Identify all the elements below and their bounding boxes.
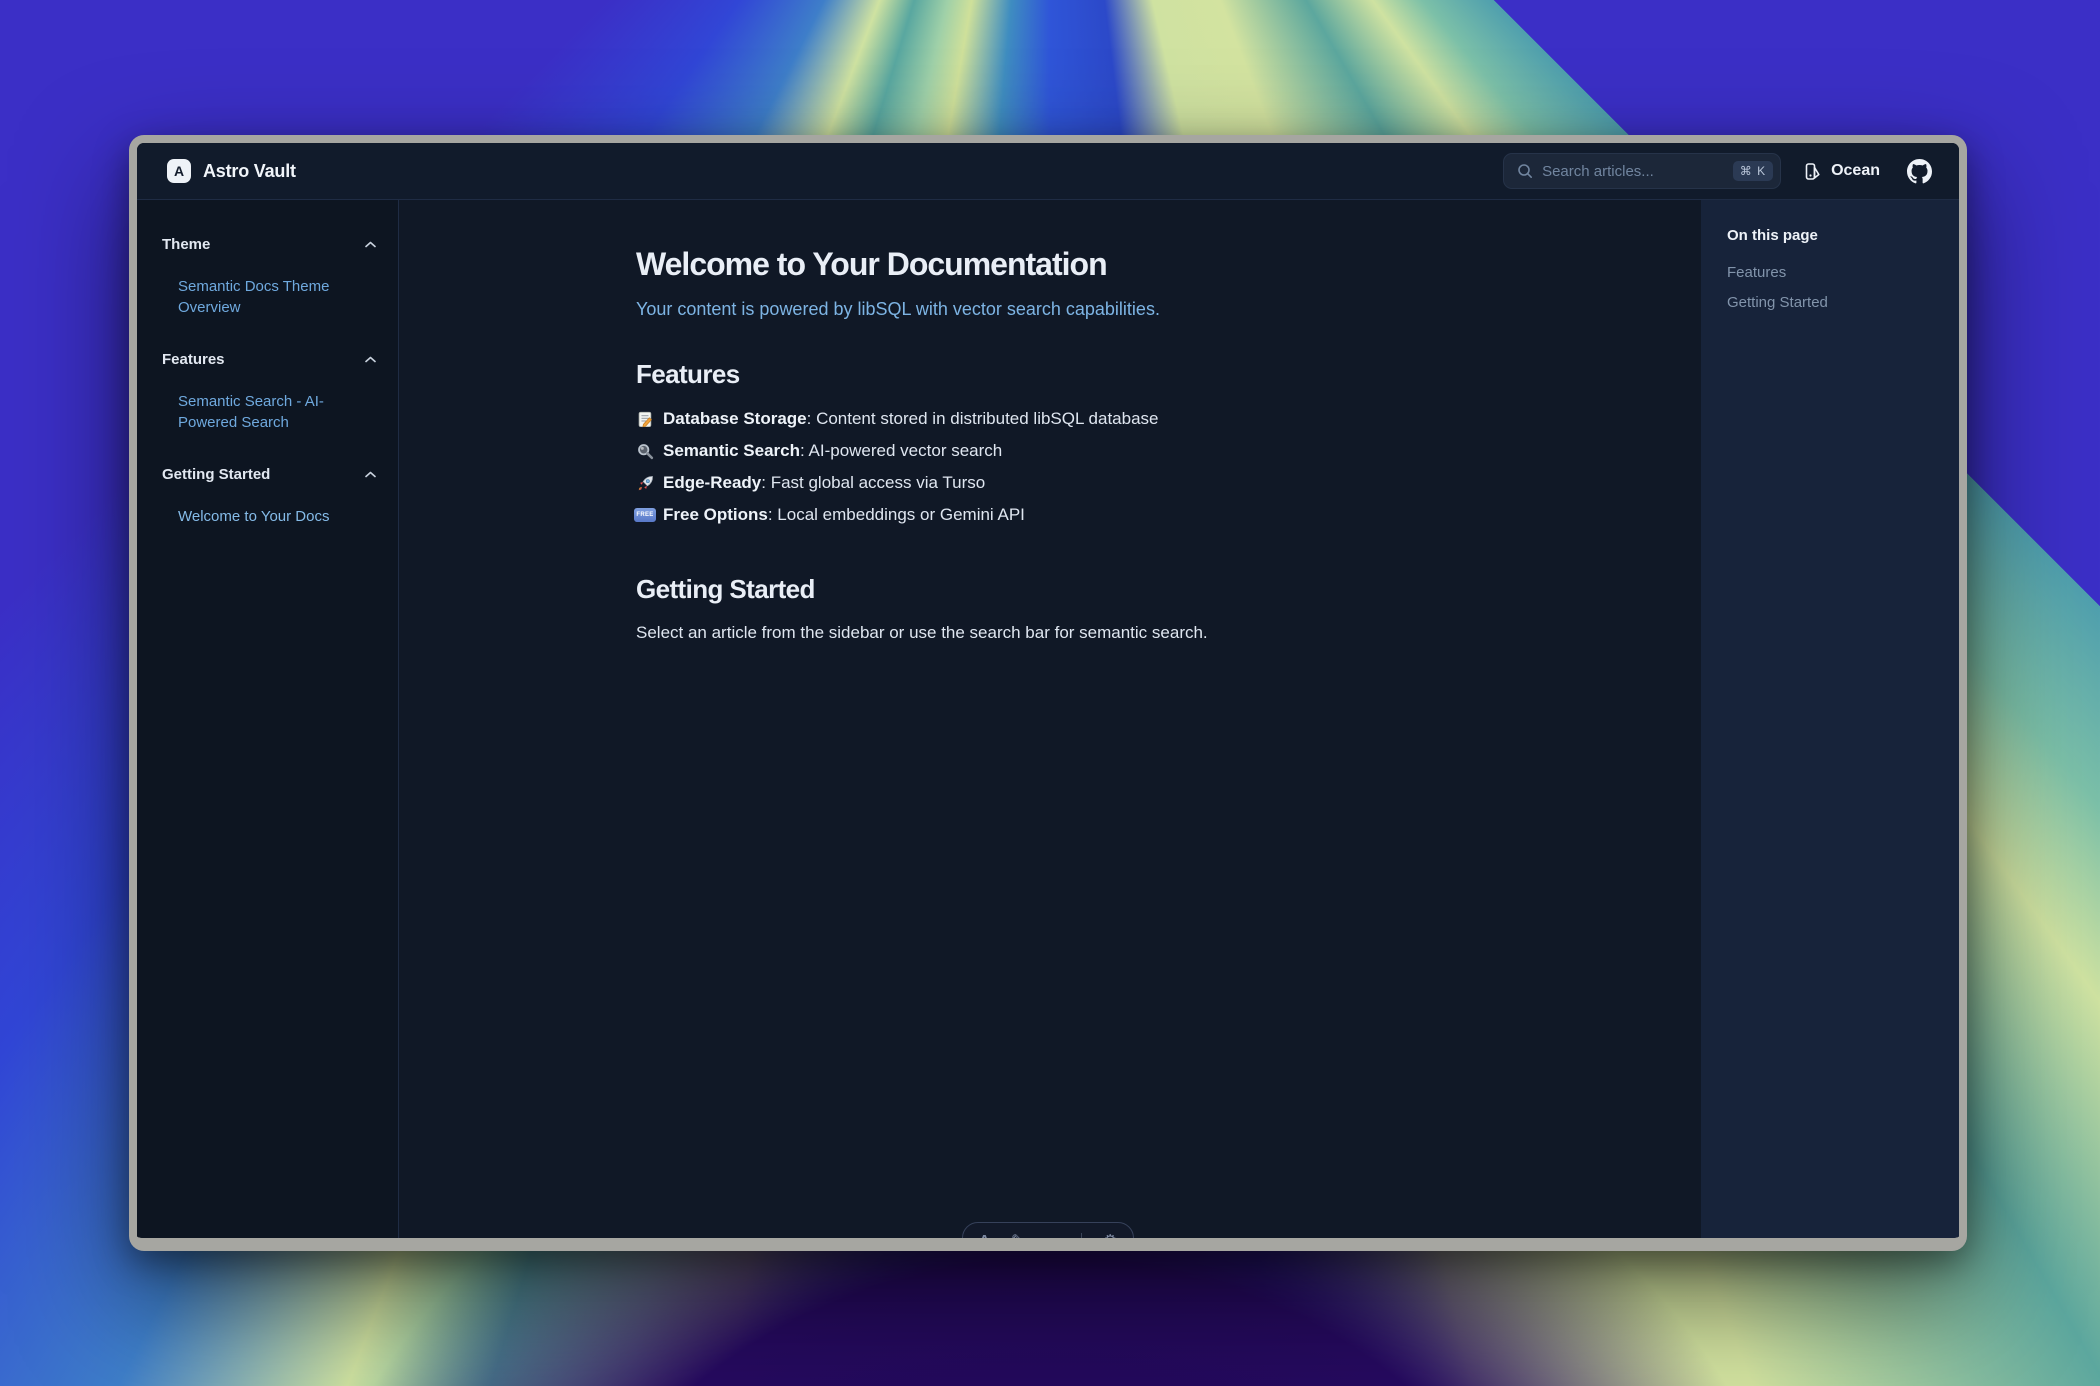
sidebar-section-label: Theme bbox=[162, 236, 210, 253]
memo-emoji-icon bbox=[636, 410, 654, 428]
gear-icon[interactable]: ⚙ bbox=[1104, 1232, 1117, 1250]
feature-item: Database Storage: Content stored in dist… bbox=[636, 403, 1464, 435]
page-title: Welcome to Your Documentation bbox=[636, 243, 1464, 285]
feature-item: FREE Free Options: Local embeddings or G… bbox=[636, 499, 1464, 531]
page-subtitle: Your content is powered by libSQL with v… bbox=[636, 296, 1464, 322]
sidebar-section-theme: Theme Semantic Docs Theme Overview bbox=[162, 236, 376, 318]
features-heading: Features bbox=[636, 358, 1464, 391]
search-shortcut-badge: ⌘ K bbox=[1733, 161, 1773, 181]
main-content: Welcome to Your Documentation Your conte… bbox=[399, 200, 1701, 1238]
list-item: Getting Started bbox=[1727, 294, 1941, 312]
search-icon bbox=[1517, 163, 1533, 179]
getting-started-paragraph: Select an article from the sidebar or us… bbox=[636, 621, 1464, 645]
desktop-wallpaper: A Astro Vault ⌘ K bbox=[0, 0, 2100, 1386]
feature-text: Semantic Search: AI-powered vector searc… bbox=[663, 441, 1002, 461]
sidebar-item-welcome-to-your-docs[interactable]: Welcome to Your Docs bbox=[162, 506, 376, 527]
feature-list: Database Storage: Content stored in dist… bbox=[636, 403, 1464, 531]
search-bar[interactable]: ⌘ K bbox=[1503, 153, 1781, 189]
sidebar-section-header-theme[interactable]: Theme bbox=[162, 236, 376, 253]
chevron-up-icon bbox=[365, 241, 376, 248]
sidebar-section-label: Features bbox=[162, 351, 225, 368]
chevron-up-icon bbox=[365, 356, 376, 363]
sidebar-section-label: Getting Started bbox=[162, 466, 270, 483]
list-item: Semantic Docs Theme Overview bbox=[162, 276, 376, 318]
feature-text: Free Options: Local embeddings or Gemini… bbox=[663, 505, 1025, 525]
feature-text: Database Storage: Content stored in dist… bbox=[663, 409, 1159, 429]
sidebar-section-header-getting-started[interactable]: Getting Started bbox=[162, 466, 376, 483]
toc-link-features[interactable]: Features bbox=[1727, 264, 1786, 281]
theme-selector-button[interactable]: Ocean bbox=[1803, 162, 1880, 181]
floating-toolbar[interactable]: A ✎ — ⚙ bbox=[962, 1222, 1134, 1251]
theme-name-label: Ocean bbox=[1831, 162, 1880, 180]
feature-item: Semantic Search: AI-powered vector searc… bbox=[636, 435, 1464, 467]
github-link[interactable] bbox=[1907, 159, 1932, 184]
toc-link-getting-started[interactable]: Getting Started bbox=[1727, 294, 1828, 311]
sidebar-item-semantic-docs-theme-overview[interactable]: Semantic Docs Theme Overview bbox=[162, 276, 376, 318]
sidebar-nav: Theme Semantic Docs Theme Overview Featu… bbox=[137, 200, 399, 1238]
text-size-icon[interactable]: A bbox=[979, 1232, 990, 1250]
getting-started-heading: Getting Started bbox=[636, 573, 1464, 606]
app-title: Astro Vault bbox=[203, 161, 296, 182]
app-logo: A bbox=[167, 159, 191, 183]
feature-item: Edge-Ready: Fast global access via Turso bbox=[636, 467, 1464, 499]
free-button-emoji-icon: FREE bbox=[636, 506, 654, 524]
theme-swatches-icon bbox=[1803, 162, 1822, 181]
minus-icon[interactable]: — bbox=[1045, 1232, 1060, 1250]
sidebar-section-getting-started: Getting Started Welcome to Your Docs bbox=[162, 466, 376, 527]
github-icon bbox=[1907, 159, 1932, 184]
app-header: A Astro Vault ⌘ K bbox=[137, 143, 1959, 199]
rocket-emoji-icon bbox=[636, 474, 654, 492]
list-item: Welcome to Your Docs bbox=[162, 506, 376, 527]
feature-text: Edge-Ready: Fast global access via Turso bbox=[663, 473, 985, 493]
sidebar-section-header-features[interactable]: Features bbox=[162, 351, 376, 368]
sidebar-section-features: Features Semantic Search - AI-Powered Se… bbox=[162, 351, 376, 433]
magnifying-glass-emoji-icon bbox=[636, 442, 654, 460]
list-item: Features bbox=[1727, 264, 1941, 282]
on-this-page-panel: On this page Features Getting Started bbox=[1701, 200, 1959, 1238]
app-window: A Astro Vault ⌘ K bbox=[129, 135, 1967, 1251]
list-item: Semantic Search - AI-Powered Search bbox=[162, 391, 376, 433]
sidebar-item-semantic-search[interactable]: Semantic Search - AI-Powered Search bbox=[162, 391, 376, 433]
search-input[interactable] bbox=[1542, 163, 1733, 180]
chevron-up-icon bbox=[365, 471, 376, 478]
pencil-icon[interactable]: ✎ bbox=[1011, 1232, 1024, 1250]
on-this-page-heading: On this page bbox=[1727, 227, 1941, 244]
toolbar-divider bbox=[1081, 1233, 1082, 1251]
